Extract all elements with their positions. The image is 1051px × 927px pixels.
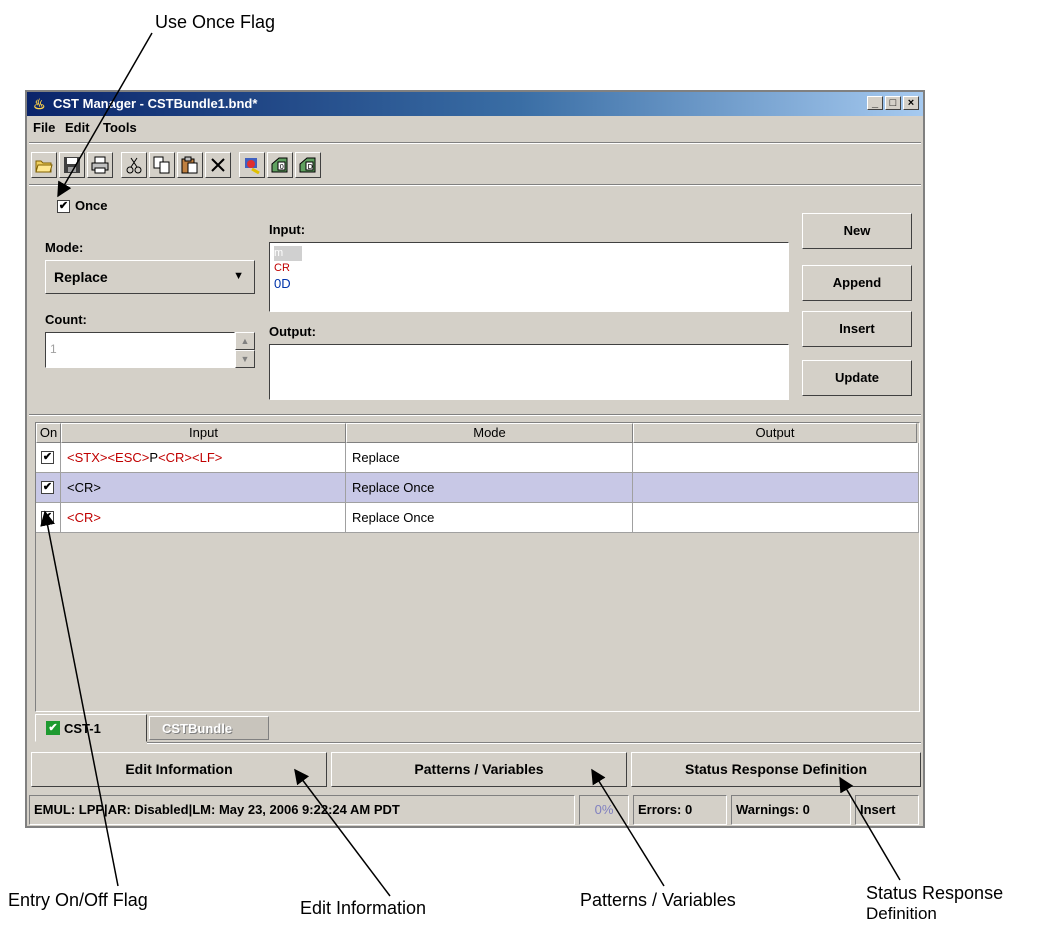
- mode-select-value: Replace: [54, 269, 108, 285]
- paste-icon[interactable]: [177, 152, 203, 178]
- open-icon[interactable]: [31, 152, 57, 178]
- entry-on-checkbox[interactable]: ✔: [41, 511, 54, 524]
- save-icon[interactable]: [59, 152, 85, 178]
- column-header-on[interactable]: On: [36, 423, 61, 443]
- count-field[interactable]: 1: [45, 332, 235, 368]
- row-output-cell: [633, 503, 919, 533]
- once-checkbox[interactable]: ✔: [57, 200, 70, 213]
- edit-information-button[interactable]: Edit Information: [31, 752, 327, 787]
- cst-entry-table: On Input Mode Output ✔ <STX><ESC>P<CR><L…: [35, 422, 920, 712]
- tab-cstbundle-label: CSTBundle: [162, 721, 233, 736]
- svg-text:D: D: [308, 163, 313, 171]
- errors-count: Errors: 0: [633, 795, 727, 825]
- svg-text:0: 0: [280, 163, 284, 171]
- close-button[interactable]: ×: [903, 96, 919, 110]
- row-on-cell: ✔: [36, 473, 61, 503]
- menu-file[interactable]: File: [33, 120, 55, 135]
- find-icon[interactable]: [239, 152, 265, 178]
- cut-icon[interactable]: [121, 152, 147, 178]
- export-d-icon[interactable]: D: [295, 152, 321, 178]
- once-label: Once: [75, 198, 108, 213]
- row-mode-cell: Replace Once: [346, 503, 633, 533]
- callout-patterns-variables: Patterns / Variables: [580, 890, 736, 910]
- maximize-button[interactable]: □: [885, 96, 901, 110]
- row-on-cell: ✔: [36, 443, 61, 473]
- output-label: Output:: [269, 324, 316, 339]
- menu-bar: File Edit Tools: [27, 116, 923, 138]
- status-response-definition-button[interactable]: Status Response Definition: [631, 752, 921, 787]
- chevron-down-icon: ▼: [233, 270, 244, 282]
- copy-icon[interactable]: [149, 152, 175, 178]
- menu-separator: [29, 142, 921, 144]
- export-0-icon[interactable]: 0: [267, 152, 293, 178]
- insert-button[interactable]: Insert: [802, 311, 912, 347]
- row-on-cell: ✔: [36, 503, 61, 533]
- callout-status-response-line2: Definition: [866, 904, 937, 923]
- count-value: 1: [50, 342, 57, 356]
- callout-use-once-flag: Use Once Flag: [155, 12, 276, 32]
- progress-indicator: 0%: [579, 795, 629, 825]
- input-line-1: m: [274, 246, 302, 261]
- cst-manager-window: ♨ CST Manager - CSTBundle1.bnd* _ □ × Fi…: [25, 90, 925, 828]
- update-button[interactable]: Update: [802, 360, 912, 396]
- tab-baseline: [147, 742, 921, 744]
- count-up-icon[interactable]: ▲: [235, 332, 255, 350]
- mode-label: Mode:: [45, 240, 84, 255]
- patterns-variables-button[interactable]: Patterns / Variables: [331, 752, 627, 787]
- status-info: EMUL: LPP|AR: Disabled|LM: May 23, 2006 …: [29, 795, 575, 825]
- row-output-cell: [633, 473, 919, 503]
- panel-separator: [29, 414, 921, 416]
- row-output-cell: [633, 443, 919, 473]
- tab-cst-1[interactable]: ✔ CST-1: [35, 714, 147, 742]
- count-down-icon[interactable]: ▼: [235, 350, 255, 368]
- new-button[interactable]: New: [802, 213, 912, 249]
- table-row[interactable]: ✔ <CR> Replace Once: [36, 503, 919, 533]
- append-button[interactable]: Append: [802, 265, 912, 301]
- tab-cst-1-label: CST-1: [64, 721, 101, 736]
- mode-select[interactable]: Replace ▼: [45, 260, 255, 294]
- java-app-icon: ♨: [33, 96, 46, 112]
- row-mode-cell: Replace: [346, 443, 633, 473]
- entry-on-checkbox[interactable]: ✔: [41, 481, 54, 494]
- output-field[interactable]: [269, 344, 789, 400]
- toolbar-separator: [29, 184, 921, 186]
- menu-edit[interactable]: Edit: [65, 120, 90, 135]
- row-input-cell: <STX><ESC>P<CR><LF>: [61, 443, 346, 473]
- table-row-selected[interactable]: ✔ <CR> Replace Once: [36, 473, 919, 503]
- title-bar[interactable]: ♨ CST Manager - CSTBundle1.bnd* _ □ ×: [27, 92, 923, 116]
- column-header-output[interactable]: Output: [633, 423, 917, 443]
- callout-entry-on-off-flag: Entry On/Off Flag: [8, 890, 148, 910]
- column-header-mode[interactable]: Mode: [346, 423, 633, 443]
- tab-cstbundle[interactable]: CSTBundle: [149, 716, 269, 740]
- window-title: CST Manager - CSTBundle1.bnd*: [53, 96, 258, 111]
- count-label: Count:: [45, 312, 87, 327]
- check-icon: ✔: [46, 721, 60, 735]
- callout-edit-information: Edit Information: [300, 898, 427, 918]
- insert-mode-indicator: Insert: [855, 795, 919, 825]
- row-input-cell: <CR>: [61, 503, 346, 533]
- warnings-count: Warnings: 0: [731, 795, 851, 825]
- delete-icon[interactable]: [205, 152, 231, 178]
- row-mode-cell: Replace Once: [346, 473, 633, 503]
- input-field[interactable]: m CR 0D: [269, 242, 789, 312]
- minimize-button[interactable]: _: [867, 96, 883, 110]
- input-line-3: 0D: [274, 276, 291, 291]
- input-text: m CR 0D: [274, 246, 302, 291]
- print-icon[interactable]: [87, 152, 113, 178]
- input-line-2: CR: [274, 262, 290, 274]
- callout-status-response-line1: Status Response: [866, 883, 1004, 903]
- menu-tools[interactable]: Tools: [103, 120, 137, 135]
- row-input-cell: <CR>: [61, 473, 346, 503]
- entry-on-checkbox[interactable]: ✔: [41, 451, 54, 464]
- table-row[interactable]: ✔ <STX><ESC>P<CR><LF> Replace: [36, 443, 919, 473]
- input-label: Input:: [269, 222, 306, 237]
- column-header-input[interactable]: Input: [61, 423, 346, 443]
